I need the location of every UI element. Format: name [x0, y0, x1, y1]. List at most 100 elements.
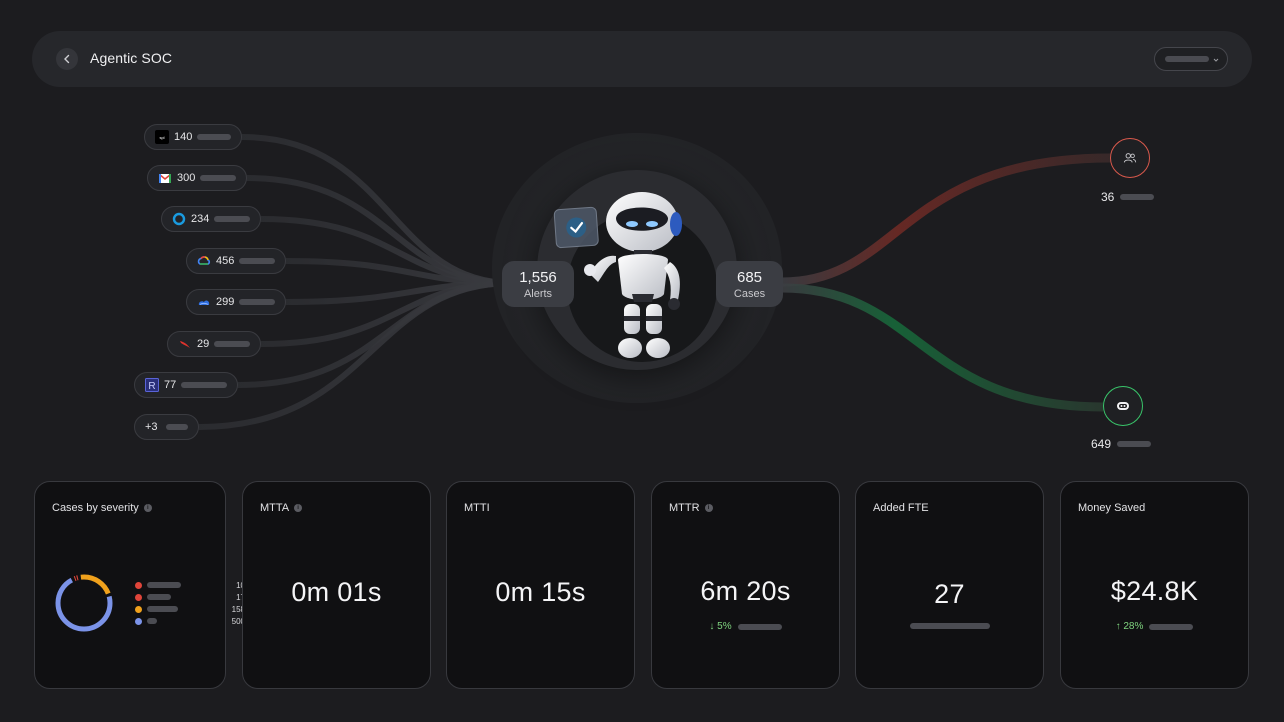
card-title: MTTA i — [260, 502, 303, 514]
mttr-delta: ↓ 5% — [652, 621, 839, 632]
card-title-text: MTTA — [260, 502, 290, 514]
alerts-chip[interactable]: 1,556 Alerts — [502, 261, 574, 307]
legend-dot — [135, 617, 142, 625]
chevron-down-icon — [1213, 58, 1219, 62]
source-count: 456 — [216, 255, 235, 267]
source-label-placeholder — [165, 424, 188, 430]
card-title: MTTR i — [669, 502, 713, 514]
cases-value: 685 — [736, 268, 763, 286]
mttr-value: 6m 20s — [700, 576, 791, 606]
card-title-text: MTTI — [464, 502, 490, 514]
money-saved-delta: ↑ 28% — [1061, 621, 1248, 632]
card-title: Added FTE — [873, 502, 929, 514]
google-cloud-icon — [197, 254, 211, 268]
legend-dot — [135, 581, 142, 589]
ai-resolved-stat: 649 — [1091, 437, 1152, 451]
source-pill-google-cloud[interactable]: 456 — [186, 248, 287, 274]
source-label-placeholder — [239, 299, 276, 305]
delta-label-placeholder — [1149, 623, 1194, 630]
check-panel — [553, 206, 599, 249]
ai-resolved-label-placeholder — [1117, 441, 1152, 447]
source-label-placeholder — [181, 382, 228, 388]
card-added-fte[interactable]: Added FTE 27 — [855, 481, 1044, 689]
fte-subtitle — [856, 623, 1043, 629]
source-label-placeholder — [239, 258, 276, 264]
human-review-stat: 36 — [1101, 190, 1155, 204]
source-count: 77 — [164, 379, 177, 391]
info-icon[interactable]: i — [294, 504, 303, 512]
card-title-text: Money Saved — [1078, 502, 1146, 514]
card-title-text: Cases by severity — [52, 502, 139, 514]
r-icon: R — [145, 378, 159, 392]
legend-dot — [135, 605, 142, 613]
back-button[interactable] — [56, 48, 78, 70]
mtti-value: 0m 15s — [495, 577, 586, 607]
flow-to-ai — [781, 283, 1104, 412]
gmail-icon — [158, 171, 172, 185]
chevron-left-icon — [64, 54, 70, 64]
ai-resolved-node[interactable] — [1103, 386, 1143, 426]
flow-line-source-2 — [260, 216, 513, 286]
svg-text:R: R — [148, 381, 155, 392]
source-label-placeholder — [214, 216, 251, 222]
card-title: MTTI — [464, 502, 490, 514]
money-saved-value: $24.8K — [1110, 576, 1199, 606]
legend-dot — [135, 593, 142, 601]
severity-donut-chart — [55, 574, 113, 632]
more-sources-count: +3 — [145, 421, 158, 433]
source-label-placeholder — [197, 134, 232, 140]
ai-resolved-count: 649 — [1091, 437, 1112, 451]
top-bar: Agentic SOC — [32, 31, 1252, 87]
svg-text:spl: spl — [159, 135, 164, 140]
info-icon[interactable]: i — [143, 504, 152, 512]
fte-value: 27 — [934, 579, 965, 609]
source-pill-gmail[interactable]: 300 — [147, 165, 248, 191]
mttr-delta-value: ↓ 5% — [709, 621, 732, 632]
time-range-select[interactable] — [1154, 47, 1228, 71]
card-money-saved[interactable]: Money Saved $24.8K ↑ 28% — [1060, 481, 1249, 689]
card-title-text: MTTR — [669, 502, 700, 514]
falcon-icon — [178, 337, 192, 351]
source-label-placeholder — [200, 175, 237, 181]
source-count: 234 — [191, 213, 210, 225]
bot-icon — [1117, 402, 1129, 410]
subtitle-placeholder — [909, 623, 990, 629]
splunk-icon: spl — [155, 130, 169, 144]
flow-line-source-5 — [260, 280, 513, 347]
human-review-count: 36 — [1101, 190, 1115, 204]
users-icon — [1123, 153, 1137, 163]
card-cases-by-severity[interactable]: Cases by severity i 10 17 158 500 — [34, 481, 245, 689]
alerts-value: 1,556 — [519, 268, 557, 286]
legend-row: 10 — [135, 579, 245, 591]
flow-line-source-1 — [246, 175, 513, 286]
cases-label: Cases — [733, 287, 766, 300]
card-mtta[interactable]: MTTA i 0m 01s — [242, 481, 431, 689]
select-value-placeholder — [1165, 56, 1209, 62]
card-mtti[interactable]: MTTI 0m 15s — [446, 481, 635, 689]
source-count: 140 — [174, 131, 193, 143]
source-pill-cloud[interactable]: 299 — [186, 289, 287, 315]
flow-line-source-4 — [285, 280, 513, 305]
legend-label-placeholder — [147, 582, 181, 588]
card-mttr[interactable]: MTTR i 6m 20s ↓ 5% — [651, 481, 840, 689]
source-count: 29 — [197, 338, 210, 350]
legend-label-placeholder — [147, 618, 157, 624]
alerts-label: Alerts — [523, 287, 553, 300]
info-icon[interactable]: i — [704, 504, 713, 512]
ring-icon — [172, 212, 186, 226]
source-pill-falcon[interactable]: 29 — [167, 331, 262, 357]
source-pill-splunk[interactable]: spl 140 — [144, 124, 243, 150]
legend-row: 17 — [135, 591, 245, 603]
human-review-label-placeholder — [1120, 194, 1155, 200]
delta-label-placeholder — [737, 623, 782, 630]
card-title-text: Added FTE — [873, 502, 929, 514]
money-delta-value: ↑ 28% — [1115, 621, 1144, 632]
source-pill-ring[interactable]: 234 — [161, 206, 262, 232]
severity-legend: 10 17 158 500 — [135, 579, 245, 627]
human-review-node[interactable] — [1110, 138, 1150, 178]
source-pill-r[interactable]: R 77 — [134, 372, 239, 398]
source-pill-more[interactable]: +3 — [134, 414, 199, 440]
cases-chip[interactable]: 685 Cases — [716, 261, 783, 307]
cloud-icon — [197, 295, 211, 309]
page-title: Agentic SOC — [90, 50, 173, 66]
